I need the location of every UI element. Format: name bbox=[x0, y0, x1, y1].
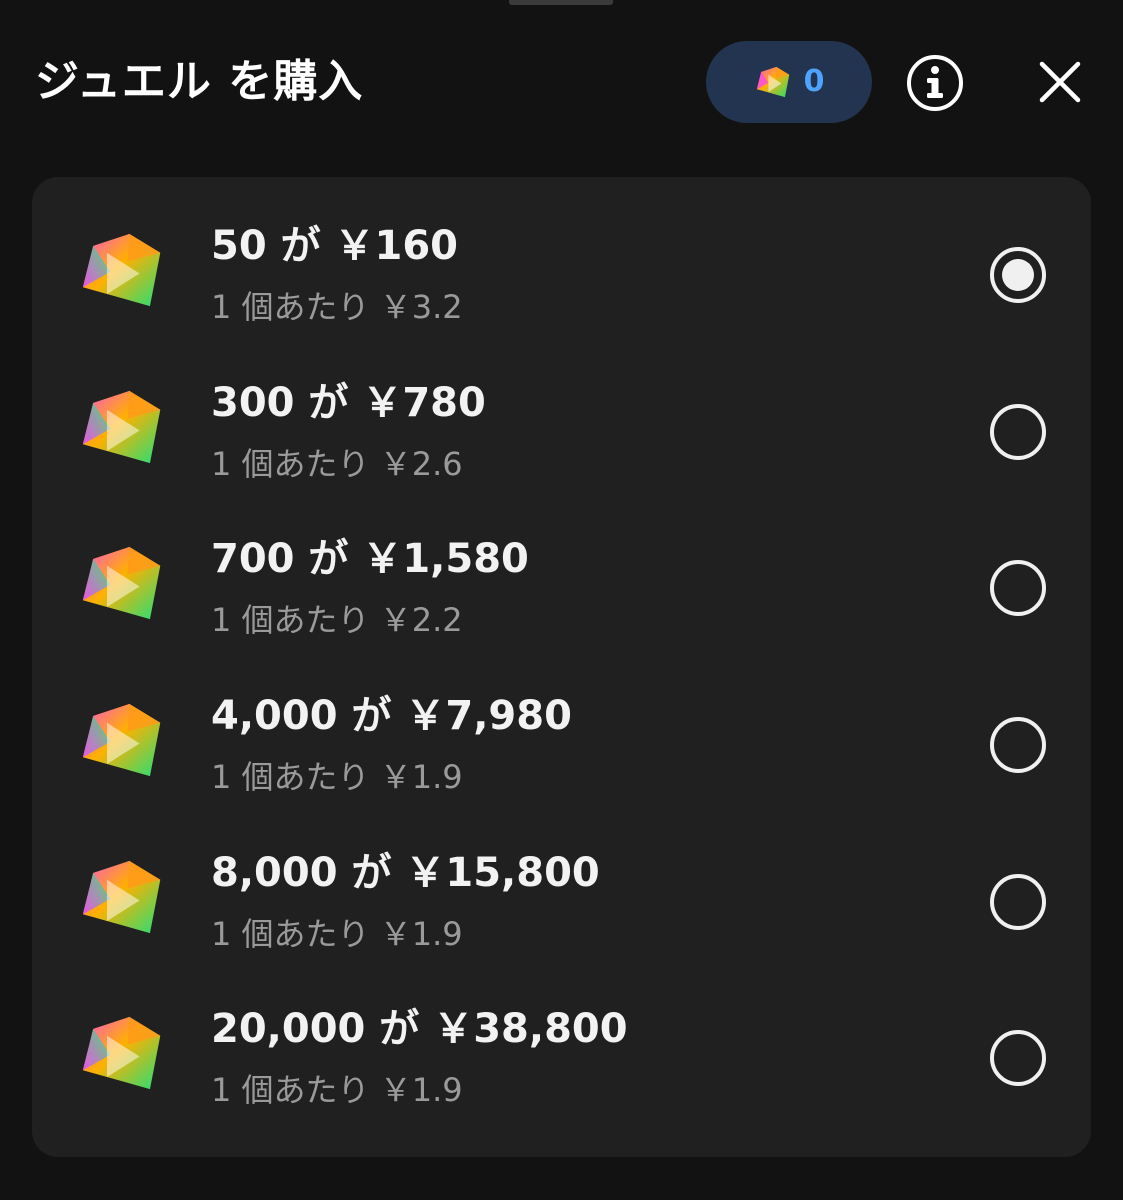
package-unit-price: 1 個あたり ￥3.2 bbox=[211, 288, 463, 326]
package-radio[interactable] bbox=[990, 874, 1046, 930]
jewel-icon bbox=[82, 703, 161, 777]
package-price-label: 300 が ￥780 bbox=[211, 380, 486, 426]
info-icon[interactable] bbox=[906, 54, 964, 112]
jewel-icon bbox=[82, 1016, 161, 1090]
package-unit-price: 1 個あたり ￥1.9 bbox=[211, 1071, 463, 1109]
close-icon[interactable] bbox=[1036, 58, 1084, 106]
jewel-package-option[interactable]: 300 が ￥780 1 個あたり ￥2.6 bbox=[32, 334, 1091, 490]
package-unit-price: 1 個あたり ￥1.9 bbox=[211, 758, 463, 796]
package-radio[interactable] bbox=[990, 404, 1046, 460]
package-price-label: 700 が ￥1,580 bbox=[211, 536, 529, 582]
jewel-package-option[interactable]: 8,000 が ￥15,800 1 個あたり ￥1.9 bbox=[32, 804, 1091, 960]
jewel-package-option[interactable]: 4,000 が ￥7,980 1 個あたり ￥1.9 bbox=[32, 647, 1091, 803]
jewel-icon bbox=[82, 390, 161, 464]
package-price-label: 50 が ￥160 bbox=[211, 223, 459, 269]
package-price-label: 20,000 が ￥38,800 bbox=[211, 1006, 628, 1052]
page-title: ジュエル を購入 bbox=[35, 56, 364, 107]
jewel-package-option[interactable]: 20,000 が ￥38,800 1 個あたり ￥1.9 bbox=[32, 960, 1091, 1116]
jewel-icon bbox=[82, 546, 161, 620]
jewel-balance-badge[interactable]: 0 bbox=[706, 41, 872, 123]
jewel-balance-value: 0 bbox=[803, 64, 825, 99]
jewel-icon bbox=[82, 860, 161, 934]
package-radio-selected[interactable] bbox=[990, 247, 1046, 303]
jewel-icon bbox=[756, 66, 789, 98]
jewel-package-option[interactable]: 50 が ￥160 1 個あたり ￥3.2 bbox=[32, 177, 1091, 333]
package-unit-price: 1 個あたり ￥1.9 bbox=[211, 915, 463, 953]
package-price-label: 4,000 が ￥7,980 bbox=[211, 693, 572, 739]
jewel-icon bbox=[82, 233, 161, 307]
jewel-package-list: 50 が ￥160 1 個あたり ￥3.2 300 が ￥780 1 個あたり … bbox=[32, 177, 1091, 1157]
sheet-header: ジュエル を購入 0 bbox=[0, 0, 1123, 170]
package-unit-price: 1 個あたり ￥2.2 bbox=[211, 601, 463, 639]
package-unit-price: 1 個あたり ￥2.6 bbox=[211, 445, 463, 483]
jewel-package-option[interactable]: 700 が ￥1,580 1 個あたり ￥2.2 bbox=[32, 490, 1091, 646]
package-radio[interactable] bbox=[990, 560, 1046, 616]
package-radio[interactable] bbox=[990, 1030, 1046, 1086]
package-price-label: 8,000 が ￥15,800 bbox=[211, 850, 600, 896]
package-radio[interactable] bbox=[990, 717, 1046, 773]
